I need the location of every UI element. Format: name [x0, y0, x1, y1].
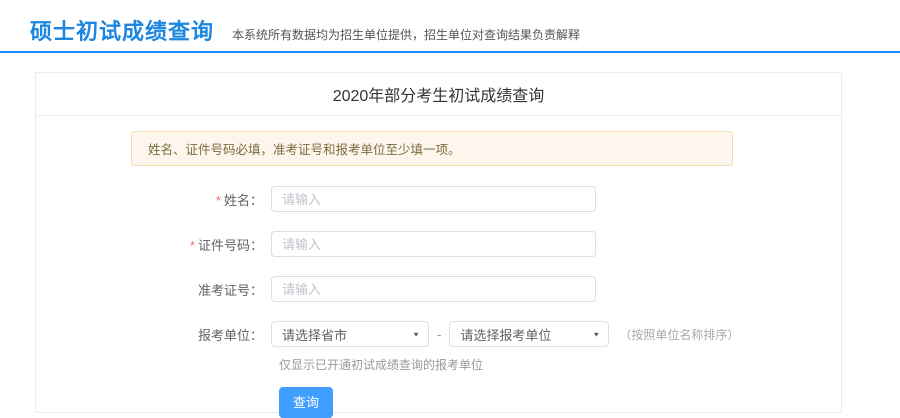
- target-unit-label-text: 报考单位：: [198, 328, 263, 343]
- caret-down-icon: ▼: [592, 330, 600, 337]
- sort-order-note: （按照单位名称排序）: [619, 326, 739, 343]
- unit-select-value: 请选择报考单位: [460, 325, 551, 344]
- name-label-text: 姓名：: [224, 193, 263, 208]
- query-button[interactable]: 查询: [279, 387, 333, 418]
- province-select-value: 请选择省市: [282, 325, 347, 344]
- required-fields-notice: 姓名、证件号码必填，准考证号和报考单位至少填一项。: [131, 131, 733, 166]
- unit-hint-row: 仅显示已开通初试成绩查询的报考单位: [36, 356, 841, 373]
- hint-spacer: [36, 356, 279, 373]
- card-body: 姓名、证件号码必填，准考证号和报考单位至少填一项。 *姓名： *证件号码： 准考…: [36, 116, 841, 418]
- admission-ticket-label-text: 准考证号：: [198, 283, 263, 298]
- site-subtitle: 本系统所有数据均为招生单位提供，招生单位对查询结果负责解释: [232, 26, 580, 43]
- id-number-label: *证件号码：: [36, 235, 271, 254]
- id-number-label-text: 证件号码：: [198, 238, 263, 253]
- form-row-id-number: *证件号码：: [36, 229, 841, 259]
- card-title: 2020年部分考生初试成绩查询: [36, 73, 841, 116]
- unit-select[interactable]: 请选择报考单位 ▼: [449, 321, 609, 347]
- admission-ticket-input[interactable]: [271, 276, 596, 302]
- form-row-admission-ticket: 准考证号：: [36, 274, 841, 304]
- form-row-target-unit: 报考单位： 请选择省市 ▼ - 请选择报考单位 ▼ （按照单位名称排序）: [36, 319, 841, 349]
- id-number-input[interactable]: [271, 231, 596, 257]
- target-unit-label: 报考单位：: [36, 325, 271, 344]
- query-form: *姓名： *证件号码： 准考证号： 报考单位： 请选择省市 ▼ - 请选: [36, 184, 841, 418]
- province-select[interactable]: 请选择省市 ▼: [271, 321, 429, 347]
- admission-ticket-label: 准考证号：: [36, 280, 271, 299]
- site-header: 硕士初试成绩查询 本系统所有数据均为招生单位提供，招生单位对查询结果负责解释: [0, 0, 900, 53]
- form-row-name: *姓名：: [36, 184, 841, 214]
- unit-availability-hint: 仅显示已开通初试成绩查询的报考单位: [279, 356, 483, 373]
- name-label: *姓名：: [36, 190, 271, 209]
- select-separator: -: [437, 327, 441, 342]
- site-title: 硕士初试成绩查询: [30, 14, 214, 46]
- submit-row: 查询: [36, 387, 841, 418]
- required-asterisk: *: [216, 193, 221, 208]
- query-card: 2020年部分考生初试成绩查询 姓名、证件号码必填，准考证号和报考单位至少填一项…: [35, 72, 842, 413]
- submit-spacer: [36, 387, 279, 418]
- required-asterisk: *: [190, 238, 195, 253]
- caret-down-icon: ▼: [412, 330, 420, 337]
- name-input[interactable]: [271, 186, 596, 212]
